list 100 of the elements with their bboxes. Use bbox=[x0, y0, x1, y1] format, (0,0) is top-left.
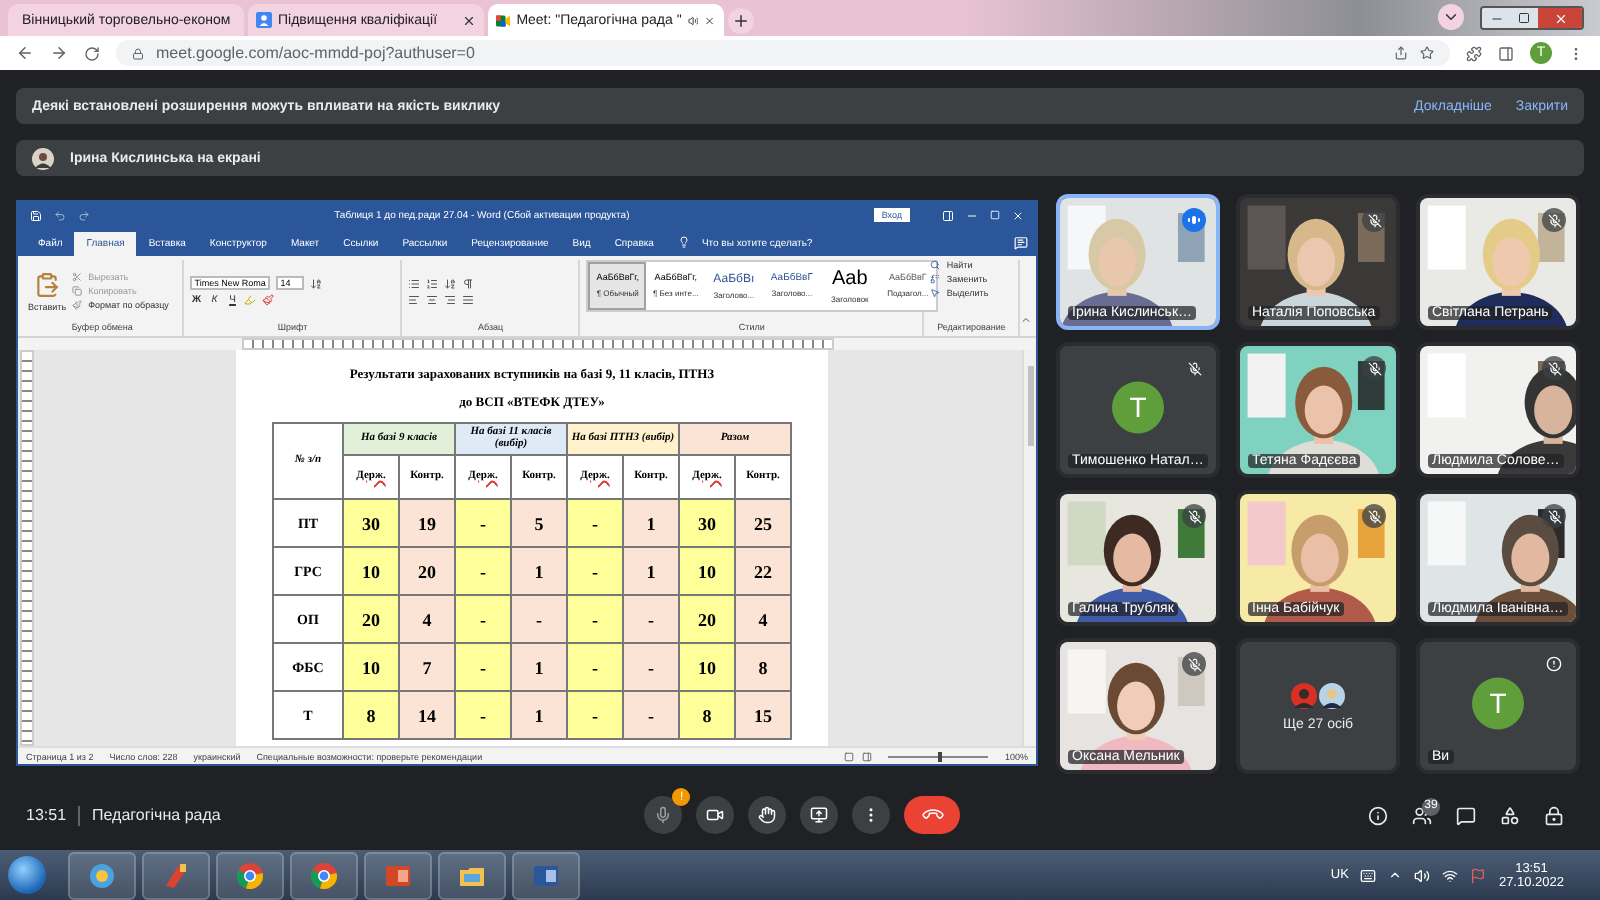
maximize-icon[interactable] bbox=[990, 210, 1000, 220]
table-cell: - bbox=[567, 499, 623, 547]
table-cell: 1 bbox=[623, 547, 679, 595]
side-panel-icon[interactable] bbox=[1498, 45, 1514, 61]
browser-icon bbox=[310, 861, 338, 889]
network-icon[interactable] bbox=[1442, 867, 1459, 883]
font-size-icon[interactable] bbox=[310, 277, 323, 289]
table-cell: 25 bbox=[735, 499, 791, 547]
table-cell: 8 bbox=[343, 691, 399, 739]
table-cell: 10 bbox=[343, 547, 399, 595]
taskbar-app[interactable] bbox=[364, 851, 432, 899]
zoom-thumb[interactable] bbox=[938, 751, 943, 761]
justify-icon[interactable] bbox=[462, 293, 475, 305]
table-cell: - bbox=[567, 595, 623, 643]
table-cell: - bbox=[623, 691, 679, 739]
numbering-icon[interactable] bbox=[426, 277, 439, 289]
taskbar-app[interactable] bbox=[512, 851, 580, 899]
start-button[interactable] bbox=[8, 856, 46, 894]
table-cell: - bbox=[567, 643, 623, 691]
chevron-down-icon bbox=[1442, 8, 1460, 26]
replace-icon[interactable] bbox=[930, 274, 941, 284]
pointer-icon[interactable] bbox=[930, 288, 941, 298]
tab-search-button[interactable] bbox=[1438, 4, 1464, 30]
table-cell: 19 bbox=[399, 499, 455, 547]
tray-expand-icon[interactable] bbox=[1388, 868, 1403, 882]
keyboard-icon[interactable] bbox=[1360, 867, 1377, 883]
table-cell: 8 bbox=[679, 691, 735, 739]
extensions-icon[interactable] bbox=[1466, 45, 1482, 61]
table-cell: 1 bbox=[623, 499, 679, 547]
undo-icon[interactable] bbox=[54, 209, 66, 221]
scrollbar[interactable] bbox=[1022, 350, 1036, 746]
paintbrush-icon[interactable] bbox=[72, 300, 83, 310]
host-controls-icon[interactable] bbox=[1544, 805, 1564, 825]
share-icon[interactable] bbox=[1394, 46, 1408, 60]
table-cell: 8 bbox=[735, 643, 791, 691]
taskbar-app[interactable] bbox=[68, 851, 136, 899]
table-cell: 1 bbox=[511, 643, 567, 691]
table-cell: 30 bbox=[679, 499, 735, 547]
more-options-button[interactable] bbox=[852, 796, 891, 834]
browser-icon bbox=[236, 861, 264, 889]
star-icon[interactable] bbox=[1420, 46, 1434, 60]
meeting-title: Педагогічна рада bbox=[92, 806, 221, 824]
avatar-icon bbox=[1290, 681, 1346, 709]
table-cell: 20 bbox=[679, 595, 735, 643]
camera-button[interactable] bbox=[696, 796, 735, 834]
end-call-button[interactable] bbox=[904, 796, 961, 834]
maximize-button[interactable] bbox=[1510, 8, 1538, 28]
pilcrow-icon[interactable] bbox=[462, 277, 475, 289]
font-color-icon[interactable] bbox=[262, 294, 275, 306]
back-icon[interactable] bbox=[16, 44, 34, 62]
table-cell: - bbox=[455, 643, 511, 691]
align-center-icon[interactable] bbox=[426, 293, 439, 305]
info-icon[interactable] bbox=[1368, 805, 1388, 825]
paste-icon[interactable] bbox=[34, 271, 61, 297]
table-cell: 1 bbox=[511, 547, 567, 595]
comments-icon[interactable] bbox=[1014, 236, 1028, 250]
volume-icon[interactable] bbox=[1414, 867, 1431, 883]
taskbar-app[interactable] bbox=[290, 851, 358, 899]
table-cell: 7 bbox=[399, 643, 455, 691]
print-layout-icon[interactable] bbox=[844, 751, 855, 761]
save-icon[interactable] bbox=[30, 209, 42, 221]
sort-icon[interactable] bbox=[444, 277, 457, 289]
ribbon-options-icon[interactable] bbox=[942, 209, 954, 221]
table-cell: 4 bbox=[735, 595, 791, 643]
address-field[interactable]: meet.google.com/aoc-mmdd-poj?authuser=0 bbox=[116, 40, 1450, 66]
align-right-icon[interactable] bbox=[444, 293, 457, 305]
taskbar-app[interactable] bbox=[438, 851, 506, 899]
table-cell: - bbox=[511, 595, 567, 643]
table-cell: - bbox=[567, 547, 623, 595]
web-layout-icon[interactable] bbox=[862, 751, 873, 761]
present-button[interactable] bbox=[800, 796, 839, 834]
raise-hand-button[interactable] bbox=[748, 796, 787, 834]
redo-icon[interactable] bbox=[78, 209, 90, 221]
close-icon[interactable] bbox=[462, 13, 476, 27]
new-tab-button[interactable] bbox=[728, 8, 754, 34]
reload-icon[interactable] bbox=[84, 45, 100, 61]
person-icon bbox=[256, 12, 272, 28]
table-cell: 20 bbox=[343, 595, 399, 643]
hand-icon bbox=[758, 806, 777, 824]
bullets-icon[interactable] bbox=[408, 277, 421, 289]
camera-icon bbox=[706, 806, 725, 824]
table-cell: - bbox=[567, 691, 623, 739]
flag-icon[interactable] bbox=[1470, 867, 1487, 883]
search-icon[interactable] bbox=[930, 260, 941, 270]
chat-icon[interactable] bbox=[1456, 805, 1476, 825]
table-cell: 5 bbox=[511, 499, 567, 547]
activities-icon[interactable] bbox=[1500, 805, 1520, 825]
brush-icon bbox=[162, 861, 190, 889]
table-cell: - bbox=[455, 499, 511, 547]
camera-icon bbox=[496, 13, 511, 27]
avatar-icon: T bbox=[1112, 381, 1164, 434]
table-cell: 20 bbox=[399, 547, 455, 595]
minimize-icon[interactable] bbox=[966, 209, 978, 221]
table-cell: - bbox=[455, 691, 511, 739]
forward-icon[interactable] bbox=[50, 44, 68, 62]
lock-icon bbox=[132, 47, 144, 59]
taskbar-app[interactable] bbox=[216, 851, 284, 899]
lightbulb-icon bbox=[677, 236, 690, 248]
align-left-icon[interactable] bbox=[408, 293, 421, 305]
avatar-icon bbox=[32, 147, 54, 169]
